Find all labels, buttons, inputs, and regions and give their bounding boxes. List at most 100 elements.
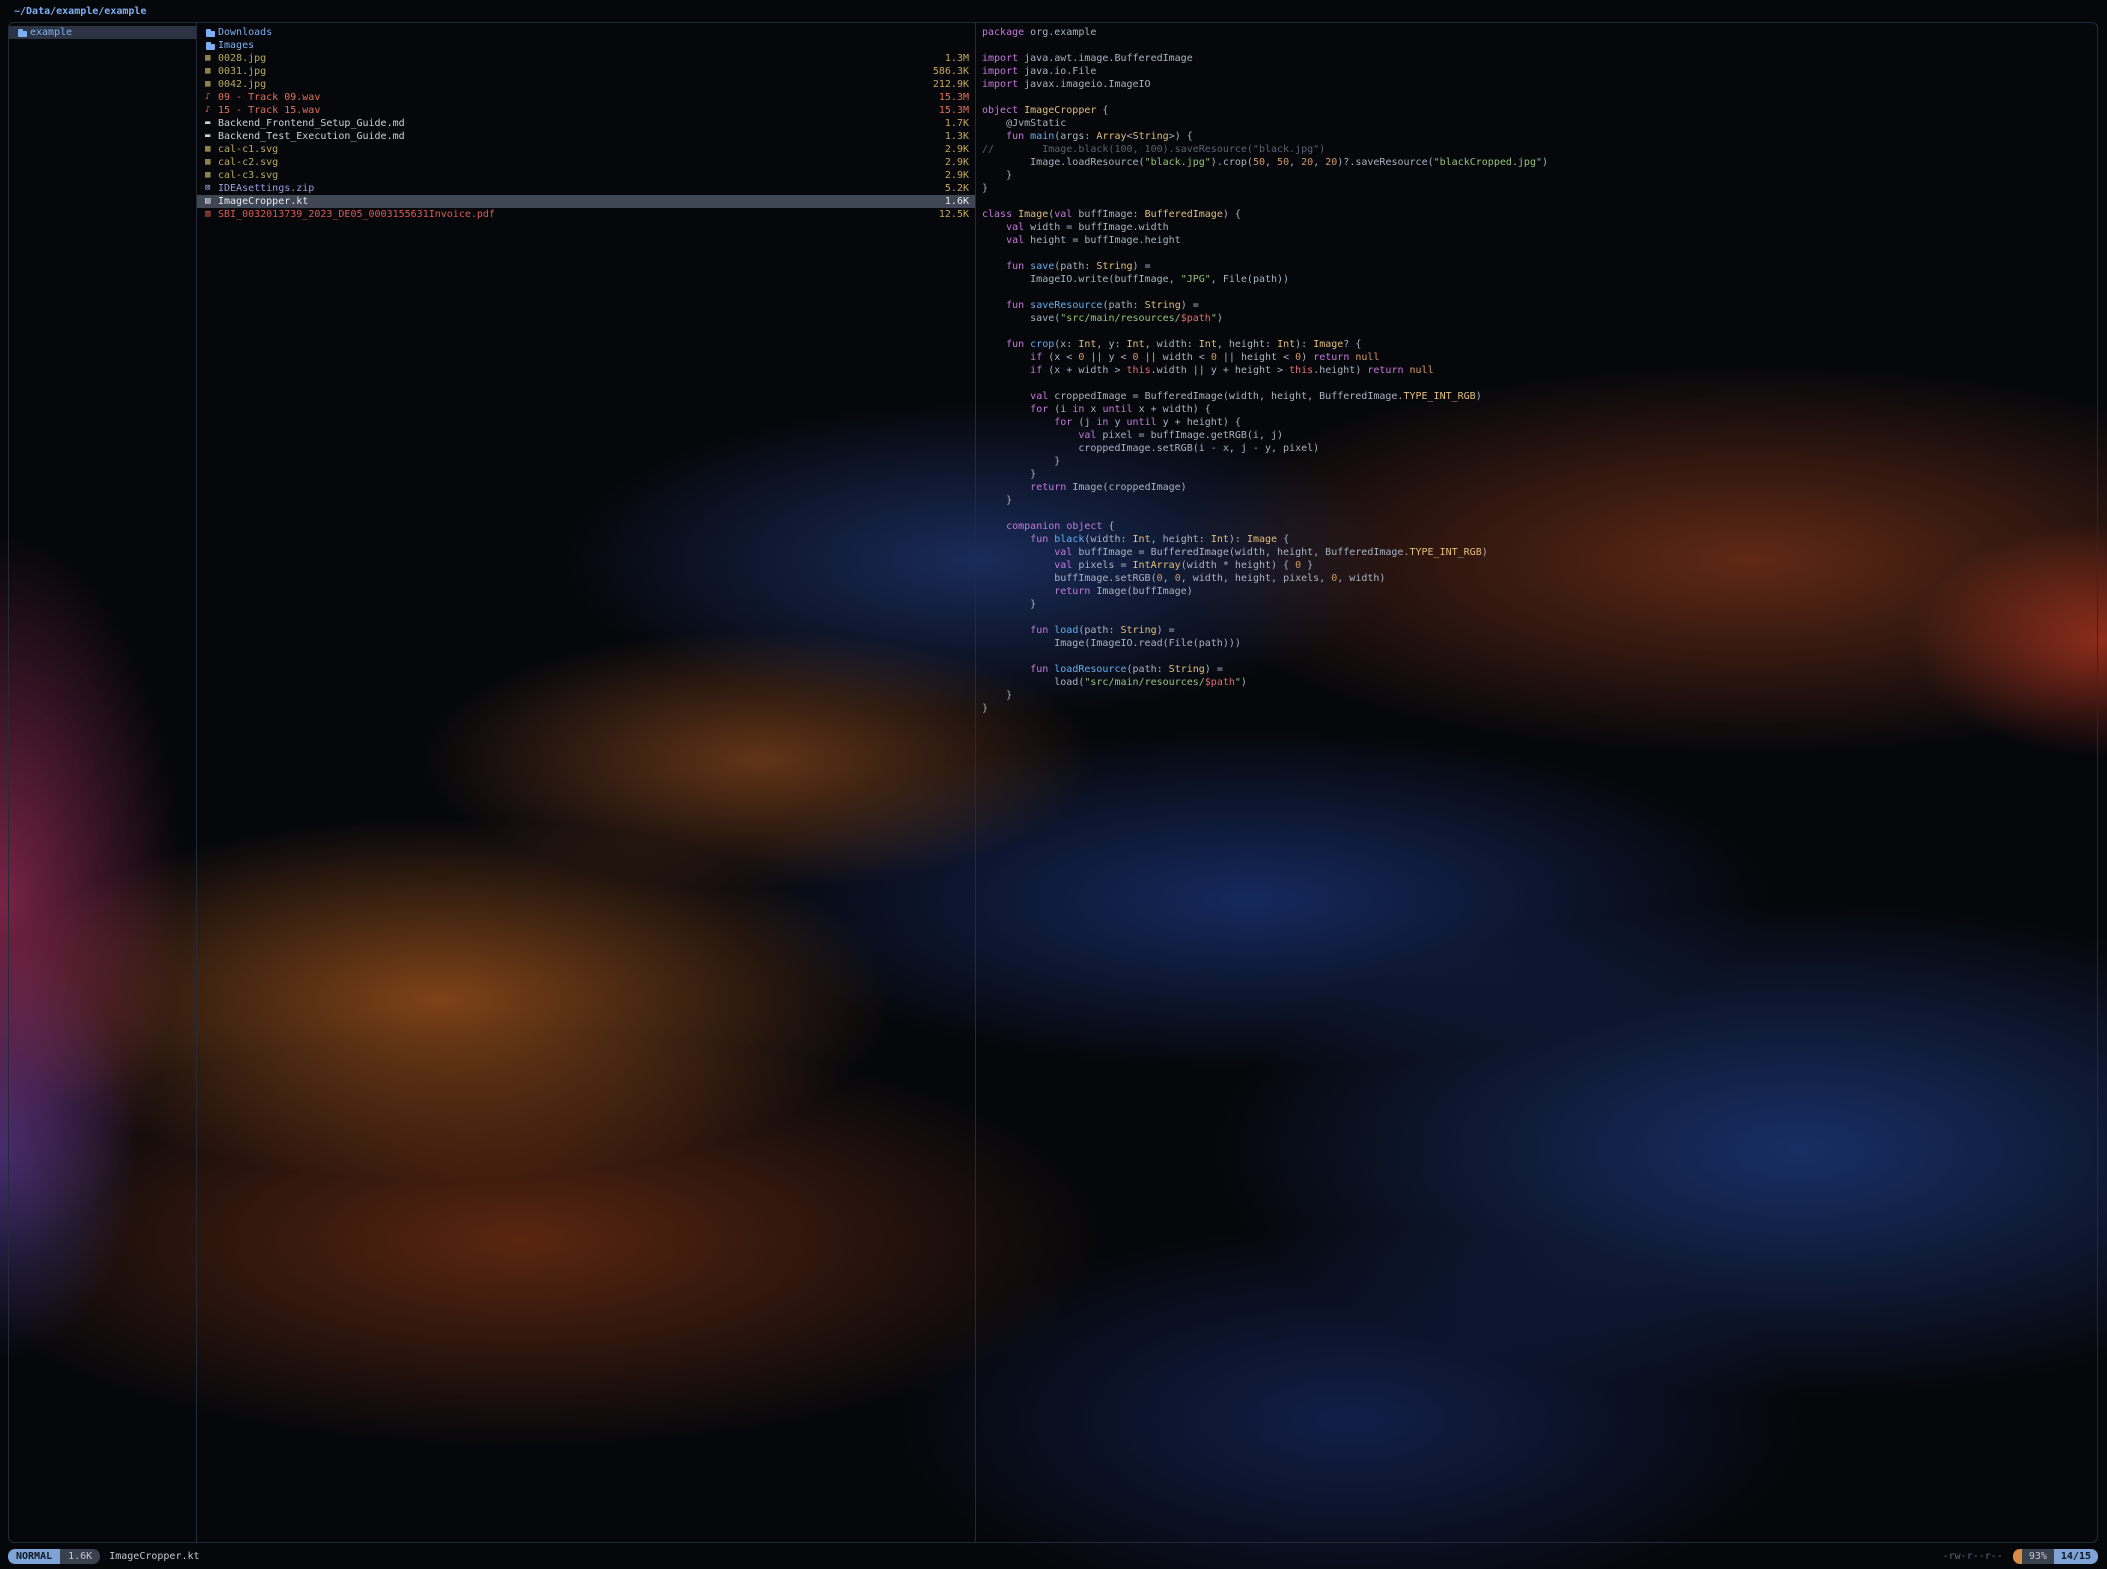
code-line: fun saveResource(path: String) = [982, 299, 2097, 312]
file-row[interactable]: ▦cal-c3.svg2.9K [197, 169, 975, 182]
code-line [982, 611, 2097, 624]
code-line: val buffImage = BufferedImage(width, hei… [982, 546, 2097, 559]
file-row[interactable]: ▤ImageCropper.kt 1.6K [197, 195, 975, 208]
file-name: 0028.jpg [218, 52, 266, 65]
cursor-position-badge: 14/15 [2054, 1549, 2098, 1564]
code-line: } [982, 455, 2097, 468]
file-name: IDEAsettings.zip [218, 182, 314, 195]
code-line: } [982, 598, 2097, 611]
code-line: } [982, 182, 2097, 195]
code-line [982, 325, 2097, 338]
code-line [982, 507, 2097, 520]
code-line [982, 91, 2097, 104]
code-line: fun load(path: String) = [982, 624, 2097, 637]
file-size-badge: 1.6K [60, 1549, 100, 1564]
image-icon: ▦ [205, 65, 218, 78]
code-file-icon: ▤ [205, 195, 218, 208]
file-row[interactable]: ♪15 - Track 15.wav15.3M [197, 104, 975, 117]
file-name: cal-c3.svg [218, 169, 278, 182]
code-line [982, 39, 2097, 52]
file-name: Downloads [218, 26, 272, 39]
file-name: Images [218, 39, 254, 52]
code-line [982, 286, 2097, 299]
file-name: 0042.jpg [218, 78, 266, 91]
file-name: Backend_Test_Execution_Guide.md [218, 130, 405, 143]
file-name: cal-c2.svg [218, 156, 278, 169]
code-line: @JvmStatic [982, 117, 2097, 130]
folder-icon [17, 26, 30, 39]
file-name: 0031.jpg [218, 65, 266, 78]
file-name: ImageCropper.kt [218, 195, 308, 208]
code-line [982, 195, 2097, 208]
code-line: class Image(val buffImage: BufferedImage… [982, 208, 2097, 221]
image-icon: ▦ [205, 169, 218, 182]
code-line: return Image(croppedImage) [982, 481, 2097, 494]
file-size: 1.3M [937, 52, 969, 65]
code-line: Image(ImageIO.read(File(path))) [982, 637, 2097, 650]
file-size: 212.9K [925, 78, 969, 91]
code-line: } [982, 169, 2097, 182]
mode-badge: NORMAL [8, 1549, 60, 1564]
code-line: val pixels = IntArray(width * height) { … [982, 559, 2097, 572]
file-row[interactable]: ▦0031.jpg 586.3K [197, 65, 975, 78]
file-name: 15 - Track 15.wav [218, 104, 320, 117]
file-size: 586.3K [925, 65, 969, 78]
code-line: for (i in x until x + width) { [982, 403, 2097, 416]
permissions-text: -rw-r--r-- [1943, 1550, 2003, 1563]
file-row[interactable]: ▦0042.jpg 212.9K [197, 78, 975, 91]
file-name: SBI_0032013739_2023_DE05_0003155631Invoi… [218, 208, 495, 221]
code-line: if (x < 0 || y < 0 || width < 0 || heigh… [982, 351, 2097, 364]
pdf-icon: ▥ [205, 208, 218, 221]
file-size: 2.9K [937, 156, 969, 169]
file-size: 1.6K [937, 195, 969, 208]
audio-icon: ♪ [205, 91, 218, 104]
code-line: val width = buffImage.width [982, 221, 2097, 234]
file-list: DownloadsImages▦0028.jpg1.3M▦0031.jpg586… [197, 23, 976, 1542]
code-line: companion object { [982, 520, 2097, 533]
parent-dir-item[interactable]: example [9, 26, 196, 39]
code-line: import java.awt.image.BufferedImage [982, 52, 2097, 65]
file-row[interactable]: ▬Backend_Frontend_Setup_Guide.md 1.7K [197, 117, 975, 130]
file-size: 12.5K [931, 208, 969, 221]
folder-icon [205, 26, 218, 39]
file-row[interactable]: ▦cal-c1.svg2.9K [197, 143, 975, 156]
file-size: 15.3M [931, 91, 969, 104]
code-line: fun save(path: String) = [982, 260, 2097, 273]
status-file-name: ImageCropper.kt [109, 1550, 199, 1563]
folder-icon [205, 39, 218, 52]
file-row[interactable]: ▦0028.jpg1.3M [197, 52, 975, 65]
file-row[interactable]: ▥SBI_0032013739_2023_DE05_0003155631Invo… [197, 208, 975, 221]
yazi-file-manager: ~/Data/example/example example Downloads… [0, 0, 2107, 1569]
breadcrumb: ~/Data/example/example [14, 5, 146, 19]
image-icon: ▦ [205, 78, 218, 91]
audio-icon: ♪ [205, 104, 218, 117]
code-line: import javax.imageio.ImageIO [982, 78, 2097, 91]
code-line [982, 377, 2097, 390]
code-line: } [982, 702, 2097, 715]
file-row[interactable]: Downloads [197, 26, 975, 39]
code-line: croppedImage.setRGB(i - x, j - y, pixel) [982, 442, 2097, 455]
file-name: Backend_Frontend_Setup_Guide.md [218, 117, 405, 130]
markdown-icon: ▬ [205, 130, 218, 143]
file-row[interactable]: Images [197, 39, 975, 52]
code-line [982, 650, 2097, 663]
file-row[interactable]: ▬Backend_Test_Execution_Guide.md1.3K [197, 130, 975, 143]
parent-pane: example [9, 23, 197, 1542]
file-row[interactable]: ♪09 - Track 09.wav 15.3M [197, 91, 975, 104]
code-line: package org.example [982, 26, 2097, 39]
file-size: 1.7K [937, 117, 969, 130]
markdown-icon: ▬ [205, 117, 218, 130]
code-line: buffImage.setRGB(0, 0, width, height, pi… [982, 572, 2097, 585]
code-line: } [982, 468, 2097, 481]
code-line: for (j in y until y + height) { [982, 416, 2097, 429]
code-line: val croppedImage = BufferedImage(width, … [982, 390, 2097, 403]
file-name: 09 - Track 09.wav [218, 91, 320, 104]
dir-name: example [30, 26, 72, 39]
code-line: save("src/main/resources/$path") [982, 312, 2097, 325]
file-row[interactable]: ⊠IDEAsettings.zip5.2K [197, 182, 975, 195]
code-line: if (x + width > this.width || y + height… [982, 364, 2097, 377]
code-line: fun main(args: Array<String>) { [982, 130, 2097, 143]
file-row[interactable]: ▦cal-c2.svg2.9K [197, 156, 975, 169]
code-line: } [982, 689, 2097, 702]
code-line: fun black(width: Int, height: Int): Imag… [982, 533, 2097, 546]
